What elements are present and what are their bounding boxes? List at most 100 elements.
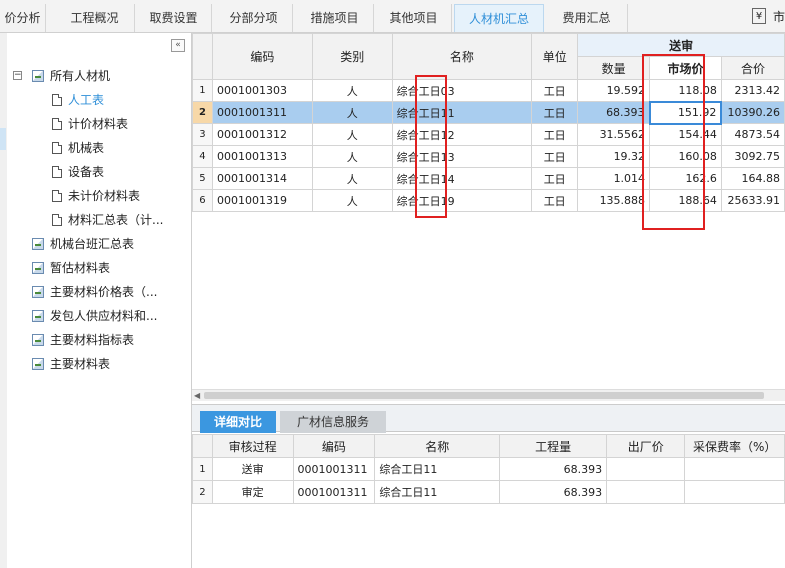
cell-name[interactable]: 综合工日14 bbox=[391, 167, 533, 190]
cell-market-price[interactable]: 162.6 bbox=[649, 167, 722, 190]
cell-quantity[interactable]: 19.32 bbox=[577, 145, 651, 168]
cell-name[interactable]: 综合工日12 bbox=[391, 123, 533, 146]
cell-unit[interactable]: 工日 bbox=[531, 79, 579, 102]
cell-unit[interactable]: 工日 bbox=[531, 189, 579, 212]
cell-code[interactable]: 0001001311 bbox=[292, 457, 376, 481]
table-row[interactable]: 5 0001001314 人 综合工日14 工日 1.014 162.6 164… bbox=[192, 167, 785, 190]
column-header-procurement-rate[interactable]: 采保费率（%） bbox=[684, 434, 785, 458]
cell-name[interactable]: 综合工日11 bbox=[374, 457, 501, 481]
cell-name[interactable]: 综合工日19 bbox=[391, 189, 533, 212]
column-header-quantity[interactable]: 数量 bbox=[577, 56, 651, 80]
market-label[interactable]: 市 bbox=[773, 8, 785, 26]
cell-code[interactable]: 0001001311 bbox=[292, 480, 376, 504]
column-header-total[interactable]: 合价 bbox=[720, 56, 785, 80]
tree-item-priced-material[interactable]: 计价材料表 bbox=[52, 114, 182, 134]
tab-labor-material-machine-summary[interactable]: 人材机汇总 bbox=[454, 4, 544, 32]
cell-procurement-rate[interactable] bbox=[684, 457, 785, 481]
tab-fee-settings[interactable]: 取费设置 bbox=[136, 4, 212, 32]
tree-item-provisional-material[interactable]: 暂估材料表 bbox=[32, 258, 182, 278]
tab-material-info-service[interactable]: 广材信息服务 bbox=[280, 411, 386, 433]
tree-item-main-material-price[interactable]: 主要材料价格表（... bbox=[32, 282, 182, 302]
cell-category[interactable]: 人 bbox=[311, 145, 393, 168]
cell-factory-price[interactable] bbox=[606, 457, 686, 481]
cell-category[interactable]: 人 bbox=[311, 123, 393, 146]
yen-icon[interactable]: ¥ bbox=[752, 8, 766, 24]
column-header-factory-price[interactable]: 出厂价 bbox=[606, 434, 686, 458]
tree-item-equipment[interactable]: 设备表 bbox=[52, 162, 182, 182]
tab-sub-items[interactable]: 分部分项 bbox=[215, 4, 293, 32]
cell-code[interactable]: 0001001303 bbox=[211, 79, 313, 102]
cell-name[interactable]: 综合工日13 bbox=[391, 145, 533, 168]
cell-review-process[interactable]: 审定 bbox=[211, 480, 294, 504]
cell-factory-price[interactable] bbox=[606, 480, 686, 504]
tree-item-main-material[interactable]: 主要材料表 bbox=[32, 354, 182, 374]
cell-quantity[interactable]: 19.592 bbox=[577, 79, 651, 102]
tab-measures[interactable]: 措施项目 bbox=[296, 4, 374, 32]
cell-name[interactable]: 综合工日03 bbox=[391, 79, 533, 102]
cell-code[interactable]: 0001001313 bbox=[211, 145, 313, 168]
cell-category[interactable]: 人 bbox=[311, 189, 393, 212]
tree-item-unpriced-material[interactable]: 未计价材料表 bbox=[52, 186, 182, 206]
cell-category[interactable]: 人 bbox=[311, 79, 393, 102]
column-header-review-process[interactable]: 审核过程 bbox=[211, 434, 294, 458]
table-row[interactable]: 3 0001001312 人 综合工日12 工日 31.5562 154.44 … bbox=[192, 123, 785, 146]
cell-quantity[interactable]: 68.393 bbox=[577, 101, 651, 124]
table-row[interactable]: 1 0001001303 人 综合工日03 工日 19.592 118.08 2… bbox=[192, 79, 785, 102]
cell-total[interactable]: 4873.54 bbox=[720, 123, 785, 146]
cell-category[interactable]: 人 bbox=[311, 167, 393, 190]
tree-item-labor[interactable]: 人工表 bbox=[52, 90, 182, 110]
cell-quantity[interactable]: 1.014 bbox=[577, 167, 651, 190]
cell-quantity[interactable]: 135.888 bbox=[577, 189, 651, 212]
cell-code[interactable]: 0001001319 bbox=[211, 189, 313, 212]
cell-market-price[interactable]: 188.64 bbox=[649, 189, 722, 212]
table-row[interactable]: 6 0001001319 人 综合工日19 工日 135.888 188.64 … bbox=[192, 189, 785, 212]
column-header-name[interactable]: 名称 bbox=[374, 434, 501, 458]
tab-project-overview[interactable]: 工程概况 bbox=[55, 4, 135, 32]
tree-item-employer-supplied[interactable]: 发包人供应材料和... bbox=[32, 306, 182, 326]
tree-root-all[interactable]: − 所有人材机 bbox=[13, 66, 183, 86]
cell-market-price[interactable]: 118.08 bbox=[649, 79, 722, 102]
cell-unit[interactable]: 工日 bbox=[531, 167, 579, 190]
horizontal-scrollbar[interactable]: ◀ bbox=[192, 389, 785, 401]
tree-item-material-summary[interactable]: 材料汇总表（计... bbox=[52, 210, 182, 230]
collapse-panel-icon[interactable]: « bbox=[171, 39, 185, 52]
column-header-quantity[interactable]: 工程量 bbox=[499, 434, 608, 458]
cell-unit[interactable]: 工日 bbox=[531, 145, 579, 168]
cell-code[interactable]: 0001001311 bbox=[211, 101, 313, 124]
table-row[interactable]: 1 送审 0001001311 综合工日11 68.393 bbox=[192, 457, 785, 481]
cell-total[interactable]: 10390.26 bbox=[720, 101, 785, 124]
cell-total[interactable]: 164.88 bbox=[720, 167, 785, 190]
cell-code[interactable]: 0001001314 bbox=[211, 167, 313, 190]
tab-detail-compare[interactable]: 详细对比 bbox=[200, 411, 276, 433]
cell-unit[interactable]: 工日 bbox=[531, 101, 579, 124]
column-header-name[interactable]: 名称 bbox=[391, 33, 533, 80]
cell-quantity[interactable]: 31.5562 bbox=[577, 123, 651, 146]
column-header-code[interactable]: 编码 bbox=[292, 434, 376, 458]
table-row[interactable]: 4 0001001313 人 综合工日13 工日 19.32 160.08 30… bbox=[192, 145, 785, 168]
cell-quantity[interactable]: 68.393 bbox=[499, 480, 608, 504]
scrollbar-thumb[interactable] bbox=[204, 392, 764, 399]
cell-market-price-active[interactable]: 151.92 bbox=[648, 100, 723, 125]
cell-market-price[interactable]: 160.08 bbox=[649, 145, 722, 168]
tab-fee-summary[interactable]: 费用汇总 bbox=[546, 4, 628, 32]
cell-review-process[interactable]: 送审 bbox=[211, 457, 294, 481]
collapse-toggle-icon[interactable]: − bbox=[13, 71, 22, 80]
cell-market-price[interactable]: 154.44 bbox=[649, 123, 722, 146]
column-header-market-price[interactable]: 市场价 bbox=[649, 56, 722, 80]
cell-unit[interactable]: 工日 bbox=[531, 123, 579, 146]
tree-item-machine[interactable]: 机械表 bbox=[52, 138, 182, 158]
tab-other-items[interactable]: 其他项目 bbox=[376, 4, 452, 32]
column-header-category[interactable]: 类别 bbox=[311, 33, 393, 80]
cell-code[interactable]: 0001001312 bbox=[211, 123, 313, 146]
cell-total[interactable]: 3092.75 bbox=[720, 145, 785, 168]
table-row-selected[interactable]: 2 0001001311 人 综合工日11 工日 68.393 151.92 1… bbox=[192, 100, 785, 125]
table-row[interactable]: 2 审定 0001001311 综合工日11 68.393 bbox=[192, 480, 785, 504]
scroll-left-icon[interactable]: ◀ bbox=[194, 390, 200, 401]
cell-name[interactable]: 综合工日11 bbox=[374, 480, 501, 504]
cell-procurement-rate[interactable] bbox=[684, 480, 785, 504]
cell-category[interactable]: 人 bbox=[311, 101, 393, 124]
tab-price-analysis[interactable]: 价分析 bbox=[0, 4, 46, 32]
cell-total[interactable]: 25633.91 bbox=[720, 189, 785, 212]
cell-quantity[interactable]: 68.393 bbox=[499, 457, 608, 481]
column-header-unit[interactable]: 单位 bbox=[531, 33, 579, 80]
